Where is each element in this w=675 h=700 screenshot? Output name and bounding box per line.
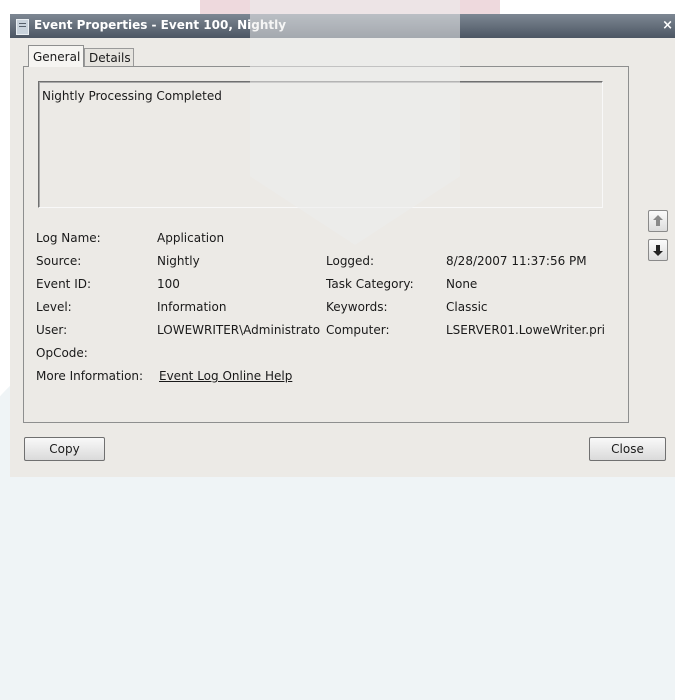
tab-general[interactable]: General [28,45,84,67]
task-category-value: None [446,277,478,291]
opcode-label: OpCode: [36,346,88,360]
keywords-value: Classic [446,300,488,314]
user-value: LOWEWRITER\Administrator [157,323,320,337]
description-text: Nightly Processing Completed [42,89,222,103]
keywords-label: Keywords: [326,300,388,314]
level-label: Level: [36,300,72,314]
logged-label: Logged: [326,254,375,268]
logged-value: 8/28/2007 11:37:56 PM [446,254,587,268]
event-id-label: Event ID: [36,277,92,291]
previous-event-button[interactable] [648,210,668,232]
tab-details[interactable]: Details [84,48,134,67]
level-value: Information [157,300,227,314]
task-category-label: Task Category: [326,277,414,291]
event-viewer-icon [16,19,29,35]
computer-label: Computer: [326,323,390,337]
log-name-value: Application [157,231,225,245]
source-label: Source: [36,254,82,268]
log-name-label: Log Name: [36,231,101,245]
user-label: User: [36,323,68,337]
event-id-value: 100 [157,277,180,291]
close-button[interactable]: Close [589,437,666,461]
next-event-button[interactable] [648,239,668,261]
event-log-online-help-link[interactable]: Event Log Online Help [159,369,292,383]
copy-button[interactable]: Copy [24,437,105,461]
more-information-label: More Information: [36,369,144,383]
window-title: Event Properties - Event 100, Nightly [34,18,287,32]
computer-value: LSERVER01.LoweWriter.pri [446,323,606,337]
close-icon[interactable]: × [662,18,673,33]
source-value: Nightly [157,254,200,268]
